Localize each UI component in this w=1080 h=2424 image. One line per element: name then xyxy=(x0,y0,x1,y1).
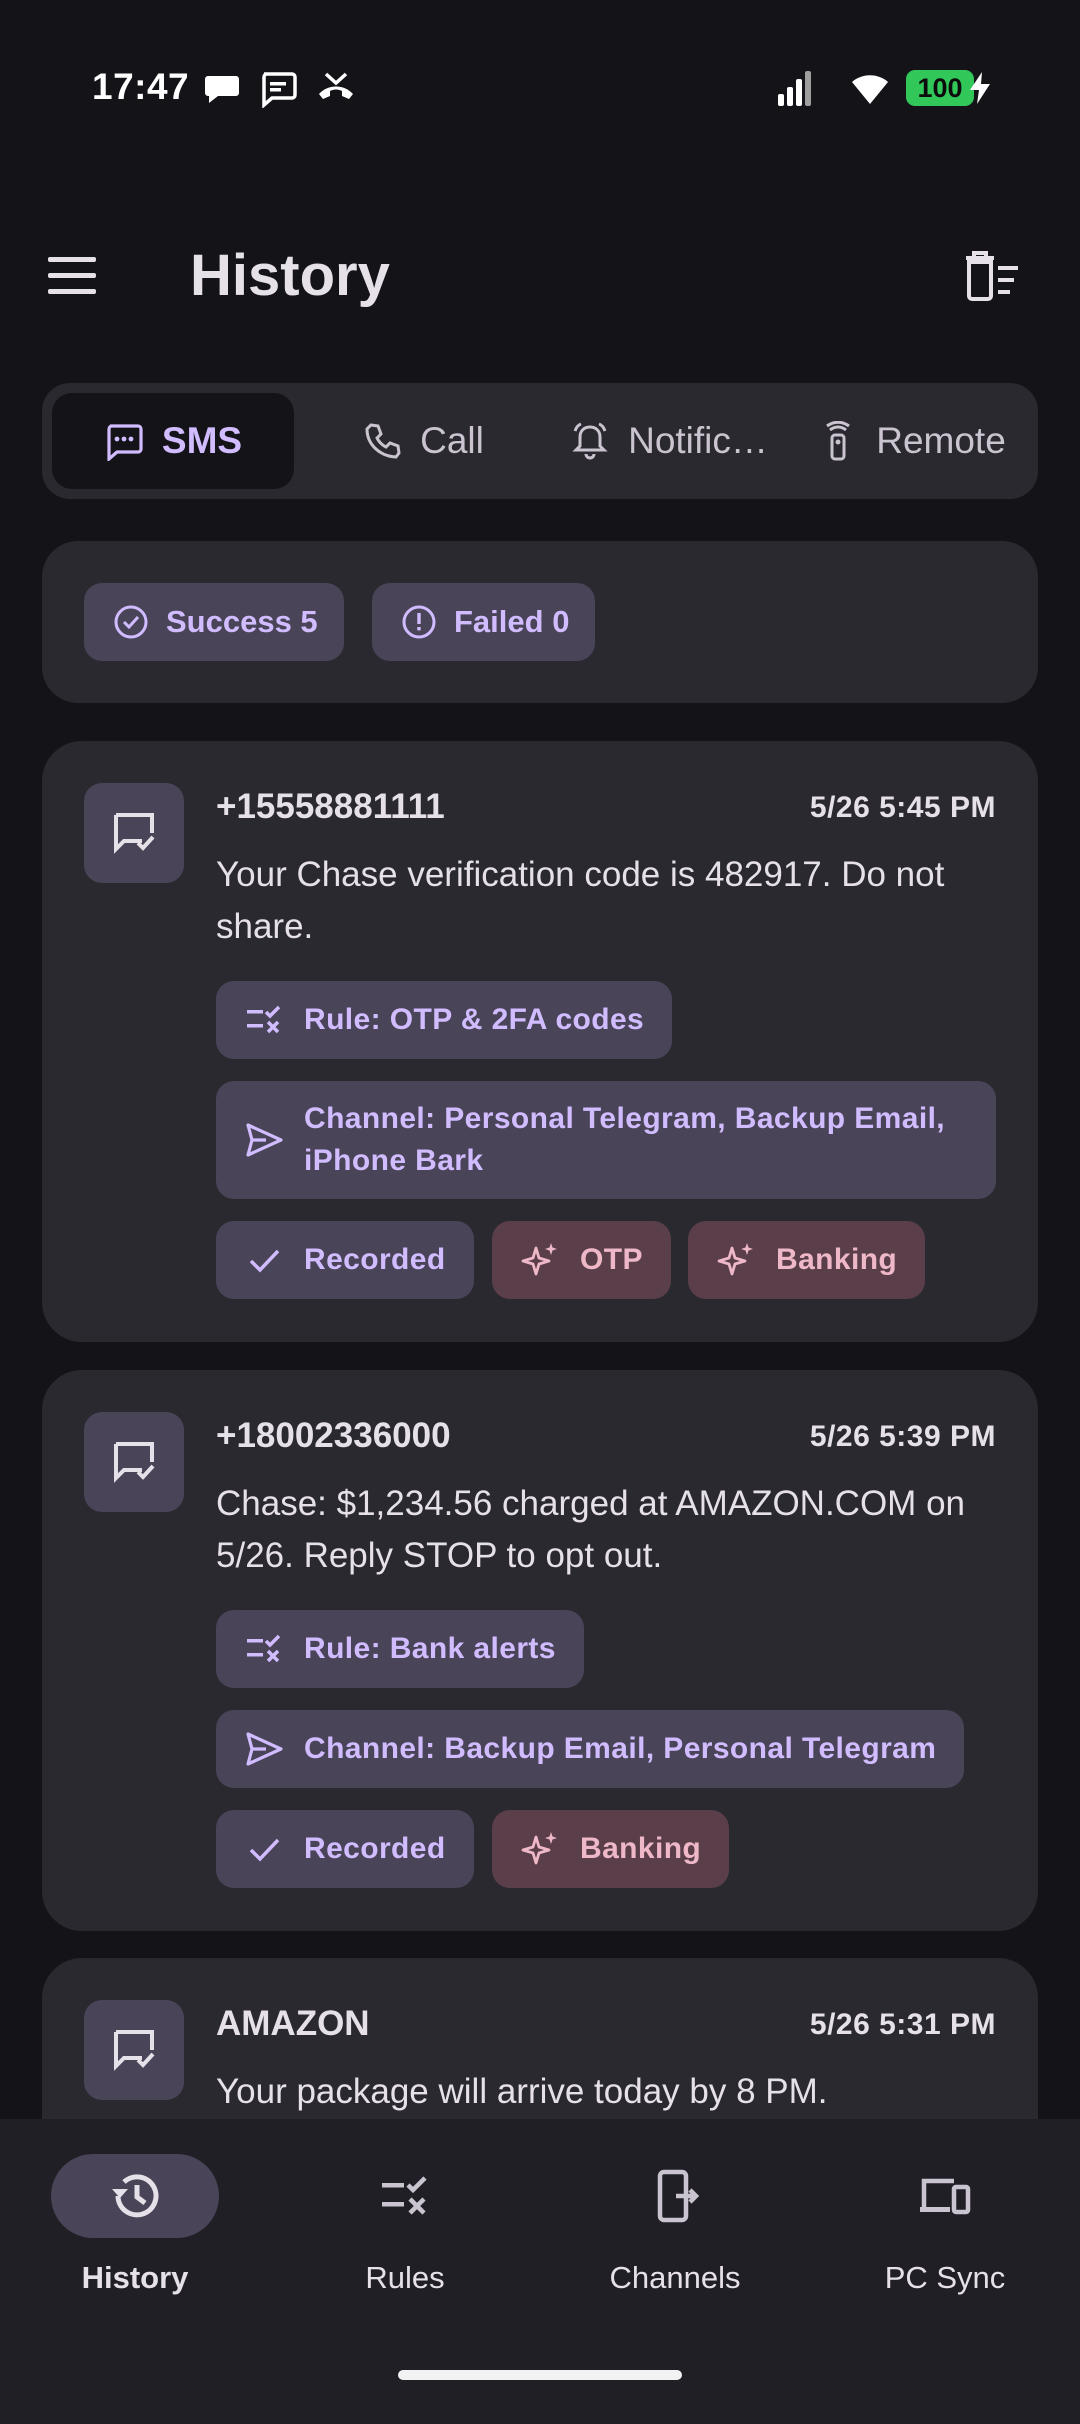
channel-chip[interactable]: Channel: Backup Email, Personal Telegram xyxy=(216,1710,965,1788)
home-indicator[interactable] xyxy=(398,2370,682,2380)
status-label: Recorded xyxy=(304,1832,446,1865)
nav-indicator xyxy=(861,2154,1029,2238)
wifi-icon xyxy=(852,75,888,104)
nav-pc-sync[interactable]: PC Sync xyxy=(810,2154,1080,2314)
remote-icon xyxy=(826,421,851,461)
failed-count-chip[interactable]: Failed 0 xyxy=(372,583,596,661)
rules-icon xyxy=(382,2176,427,2215)
check-icon xyxy=(249,1838,280,1862)
message-type-badge xyxy=(84,2000,184,2100)
missed-call-icon xyxy=(319,72,353,99)
nav-history[interactable]: History xyxy=(0,2154,270,2314)
message-card[interactable]: +18002336000 5/26 5:39 PM Chase: $1,234.… xyxy=(42,1370,1038,1931)
error-circle-icon xyxy=(402,605,436,639)
status-label: Recorded xyxy=(304,1243,446,1276)
ai-tag-chip[interactable]: Banking xyxy=(492,1810,730,1888)
page-title: History xyxy=(190,243,390,308)
sparkle-icon xyxy=(521,1243,557,1276)
check-circle-icon xyxy=(114,605,148,639)
success-count-chip[interactable]: Success 5 xyxy=(84,583,344,661)
channels-icon xyxy=(657,2169,700,2223)
rule-chip[interactable]: Rule: Bank alerts xyxy=(216,1610,584,1688)
channel-label: Channel: Personal Telegram, Backup Email… xyxy=(304,1102,946,1177)
ai-tag-chip[interactable]: Banking xyxy=(688,1221,926,1299)
menu-icon[interactable] xyxy=(40,248,106,304)
history-type-tabs: SMS Call Notific… Remote xyxy=(42,383,1038,499)
nav-indicator xyxy=(51,2154,219,2238)
message-body: Your package will arrive today by 8 PM. xyxy=(216,2072,828,2111)
tab-label: Call xyxy=(420,420,484,461)
sparkle-icon xyxy=(717,1243,753,1276)
rule-icon xyxy=(247,1634,281,1663)
summary-card: Success 5 Failed 0 xyxy=(42,541,1038,703)
rule-icon xyxy=(247,1005,281,1034)
status-time: 17:47 xyxy=(92,66,190,107)
tab-remote[interactable]: Remote xyxy=(792,393,1032,489)
nav-label: Channels xyxy=(609,2260,741,2295)
tab-call[interactable]: Call xyxy=(304,393,542,489)
sms-icon xyxy=(262,72,297,108)
nav-label: PC Sync xyxy=(884,2260,1006,2295)
message-type-badge xyxy=(84,783,184,883)
sparkle-icon xyxy=(521,1832,557,1865)
top-app-bar: History xyxy=(0,220,1080,330)
nav-label: History xyxy=(81,2260,189,2295)
signal-icon xyxy=(778,71,811,106)
check-icon xyxy=(249,1249,280,1273)
sms-delivered-icon xyxy=(114,1442,155,1483)
ai-tag-chip[interactable]: OTP xyxy=(492,1221,671,1299)
nav-indicator xyxy=(321,2154,489,2238)
send-icon xyxy=(246,1732,283,1766)
ai-tag-label: Banking xyxy=(776,1243,898,1276)
message-body: Your Chase verification code is 482917. … xyxy=(216,855,945,946)
nav-rules[interactable]: Rules xyxy=(270,2154,540,2314)
rule-label: Rule: OTP & 2FA codes xyxy=(304,1003,645,1036)
history-icon xyxy=(112,2174,159,2218)
tab-label: Remote xyxy=(876,420,1006,461)
message-time: 5/26 5:39 PM xyxy=(809,1420,996,1453)
send-icon xyxy=(246,1123,283,1157)
tab-sms[interactable]: SMS xyxy=(52,393,294,489)
tab-label: SMS xyxy=(161,420,243,461)
status-chip[interactable]: Recorded xyxy=(216,1810,474,1888)
ai-tag-label: OTP xyxy=(580,1243,643,1276)
message-body: Chase: $1,234.56 charged at AMAZON.COM o… xyxy=(216,1484,965,1575)
ai-tag-label: Banking xyxy=(580,1832,702,1865)
message-time: 5/26 5:45 PM xyxy=(809,791,996,824)
sms-delivered-icon xyxy=(114,813,155,854)
nav-indicator xyxy=(591,2154,759,2238)
success-count-label: Success 5 xyxy=(166,604,318,639)
phone-icon xyxy=(365,423,401,459)
status-chip[interactable]: Recorded xyxy=(216,1221,474,1299)
rule-chip[interactable]: Rule: OTP & 2FA codes xyxy=(216,981,673,1059)
sms-icon xyxy=(107,424,143,461)
nav-channels[interactable]: Channels xyxy=(540,2154,810,2314)
notification-bell-icon xyxy=(572,422,608,460)
message-card[interactable]: +15558881111 5/26 5:45 PM Your Chase ver… xyxy=(42,741,1038,1342)
chat-bubble-icon xyxy=(205,76,239,103)
channel-chip[interactable]: Channel: Personal Telegram, Backup Email… xyxy=(216,1081,996,1199)
battery-charging-icon xyxy=(970,72,990,104)
sms-delivered-icon xyxy=(114,2030,155,2071)
battery-indicator: 100 xyxy=(906,70,974,106)
failed-count-label: Failed 0 xyxy=(454,604,570,639)
devices-icon xyxy=(920,2178,971,2215)
message-sender: AMAZON xyxy=(216,2004,370,2043)
nav-label: Rules xyxy=(365,2260,445,2295)
message-sender: +15558881111 xyxy=(216,787,445,826)
tab-label: Notific… xyxy=(628,420,768,461)
delete-sweep-icon[interactable] xyxy=(960,248,1022,304)
message-time: 5/26 5:31 PM xyxy=(809,2008,996,2041)
rule-label: Rule: Bank alerts xyxy=(304,1632,556,1665)
channel-label: Channel: Backup Email, Personal Telegram xyxy=(304,1732,937,1765)
status-bar: 17:47 100 xyxy=(0,0,1080,176)
message-type-badge xyxy=(84,1412,184,1512)
message-sender: +18002336000 xyxy=(216,1416,451,1455)
tab-notifications[interactable]: Notific… xyxy=(550,393,788,489)
